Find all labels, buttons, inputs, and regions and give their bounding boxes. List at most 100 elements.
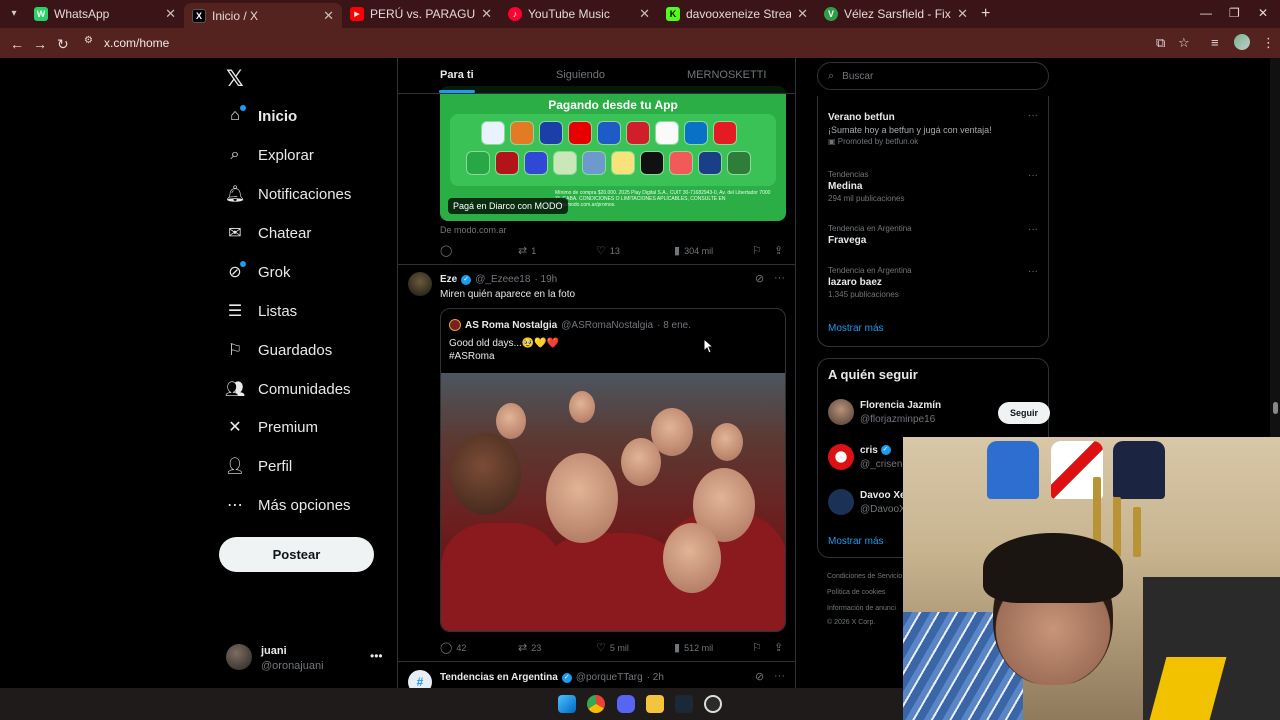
- tweet-actions: ◯ 42 ⇄ 23 ♡ 5 mil ▮ 512 mil ⚐ ⇪: [440, 641, 788, 657]
- source-link[interactable]: De modo.com.ar: [440, 225, 507, 235]
- post-button[interactable]: Postear: [219, 537, 374, 572]
- reload-icon[interactable]: ↻: [57, 36, 69, 53]
- browser-tab-bar: ▾ W WhatsApp ✕ X Inicio / X ✕ ▶ PERÚ vs.…: [0, 0, 1280, 28]
- footer-link[interactable]: Información de anunci: [827, 605, 896, 612]
- share-icon: ⇪: [774, 642, 784, 654]
- nav-bookmarks[interactable]: ⚐ Guardados: [226, 335, 332, 365]
- team-selfie-photo[interactable]: [441, 373, 785, 631]
- reply-button[interactable]: ◯: [440, 244, 452, 257]
- views-button[interactable]: ▮ 512 mil: [674, 641, 713, 654]
- close-icon[interactable]: ✕: [165, 6, 176, 22]
- tab-for-you[interactable]: Para ti: [440, 69, 474, 81]
- account-switcher[interactable]: juani @oronajuani •••: [226, 640, 386, 680]
- close-icon[interactable]: ✕: [323, 8, 334, 24]
- share-button[interactable]: ⇪: [774, 244, 783, 257]
- tab-x-home[interactable]: X Inicio / X ✕: [184, 3, 342, 28]
- discord-icon[interactable]: [617, 695, 635, 713]
- retweet-button[interactable]: ⇄ 1: [518, 244, 536, 257]
- x-logo-icon[interactable]: 𝕏: [226, 66, 244, 92]
- nav-chat[interactable]: ✉ Chatear: [226, 218, 311, 248]
- nav-grok[interactable]: ⊘ Grok: [226, 257, 291, 287]
- nav-lists[interactable]: ☰ Listas: [226, 296, 297, 326]
- tab-following[interactable]: Siguiendo: [556, 69, 605, 81]
- avatar[interactable]: [408, 272, 432, 296]
- nav-notifications[interactable]: 🔔︎ Notificaciones: [225, 179, 352, 209]
- close-icon[interactable]: ✕: [957, 6, 968, 22]
- show-more-link[interactable]: Mostrar más: [828, 323, 884, 334]
- close-icon[interactable]: ✕: [797, 6, 808, 22]
- nav-communities[interactable]: 👥︎ Comunidades: [225, 374, 351, 404]
- windows-start-icon[interactable]: [558, 695, 576, 713]
- trends-panel: Verano betfun ¡Sumate hoy a betfun y jug…: [817, 96, 1049, 347]
- follow-button[interactable]: Seguir: [998, 402, 1050, 424]
- share-button[interactable]: ⇪: [774, 641, 783, 654]
- chrome-icon[interactable]: [587, 695, 605, 713]
- trophy-image: [1133, 507, 1141, 557]
- promo-image[interactable]: Pagando desde tu App Mínimo de compra $2…: [440, 86, 786, 221]
- trend-item[interactable]: Tendencias Medina 294 mil publicaciones …: [828, 170, 1038, 203]
- bookmark-button[interactable]: ⚐: [752, 244, 762, 257]
- nav-more-options[interactable]: ⋯ Más opciones: [226, 490, 351, 520]
- scrollbar-thumb[interactable]: [1273, 402, 1278, 414]
- new-tab-icon[interactable]: +: [981, 5, 990, 23]
- restore-icon[interactable]: ❐: [1229, 6, 1240, 20]
- bookmark-star-icon[interactable]: ☆: [1178, 35, 1190, 51]
- install-app-icon[interactable]: ⧉: [1156, 35, 1165, 51]
- search-input[interactable]: ⌕ Buscar: [817, 62, 1049, 90]
- follow-suggestion[interactable]: Florencia Jazmín @florjazminpe16 Seguir: [828, 399, 1050, 427]
- nav-profile[interactable]: 👤︎ Perfil: [225, 451, 292, 481]
- back-icon[interactable]: ←: [10, 36, 24, 52]
- trend-item[interactable]: Verano betfun ¡Sumate hoy a betfun y jug…: [828, 110, 1038, 146]
- forward-icon[interactable]: →: [33, 36, 47, 52]
- like-button[interactable]: ♡ 5 mil: [596, 641, 629, 654]
- bank-logo-icon: [598, 122, 620, 144]
- bookmark-button[interactable]: ⚐: [752, 641, 762, 654]
- grok-icon[interactable]: ⊘: [755, 272, 764, 285]
- site-settings-icon[interactable]: ⚙: [84, 35, 98, 49]
- grok-icon[interactable]: ⊘: [755, 670, 764, 683]
- close-window-icon[interactable]: ✕: [1258, 6, 1268, 20]
- quoted-tweet[interactable]: AS Roma Nostalgia @ASRomaNostalgia · 8 e…: [440, 308, 786, 632]
- search-icon: ⌕: [230, 146, 240, 163]
- footer-link[interactable]: Condiciones de Servicio: [827, 573, 902, 580]
- scrollbar[interactable]: [1270, 58, 1280, 437]
- more-icon[interactable]: ···: [774, 670, 785, 682]
- tab-velez[interactable]: V Vélez Sarsfield - Fixture, Títulos ✕: [816, 3, 976, 25]
- footer-link[interactable]: Política de cookies: [827, 589, 885, 596]
- browser-menu-icon[interactable]: ⋮: [1262, 35, 1275, 51]
- profile-avatar[interactable]: [1234, 34, 1250, 50]
- more-icon[interactable]: ···: [1028, 224, 1038, 235]
- views-button[interactable]: ▮ 304 mil: [674, 244, 713, 257]
- app-icon[interactable]: [704, 695, 722, 713]
- nav-explore[interactable]: ⌕ Explorar: [226, 140, 314, 170]
- file-explorer-icon[interactable]: [646, 695, 664, 713]
- avatar[interactable]: #: [408, 670, 432, 688]
- trend-item[interactable]: Tendencia en Argentina Fravega ···: [828, 224, 1038, 246]
- nav-home[interactable]: ⌂ Inicio: [226, 101, 297, 131]
- close-icon[interactable]: ✕: [639, 6, 650, 22]
- media-controls-icon[interactable]: ≡: [1211, 35, 1219, 50]
- more-icon[interactable]: ···: [1028, 170, 1038, 181]
- like-button[interactable]: ♡ 13: [596, 244, 620, 257]
- heart-icon: ♡: [596, 245, 606, 257]
- tab-youtube-music[interactable]: ♪ YouTube Music ✕: [500, 3, 658, 25]
- reply-button[interactable]: ◯ 42: [440, 641, 466, 654]
- tab-search-icon[interactable]: ▾: [6, 6, 22, 22]
- url-field[interactable]: x.com/home: [104, 36, 169, 50]
- show-more-link[interactable]: Mostrar más: [828, 536, 884, 547]
- trend-item[interactable]: Tendencia en Argentina lazaro baez 1.345…: [828, 266, 1038, 299]
- steam-icon[interactable]: [675, 695, 693, 713]
- tab-mernosketti[interactable]: MERNOSKETTI: [687, 69, 766, 81]
- more-icon[interactable]: ···: [1028, 266, 1038, 277]
- tab-youtube-match[interactable]: ▶ PERÚ vs. PARAGUAY [0-1] | RES ✕: [342, 3, 500, 25]
- nav-premium[interactable]: ✕ Premium: [226, 412, 318, 442]
- more-icon[interactable]: ···: [774, 272, 785, 284]
- minimize-icon[interactable]: —: [1200, 6, 1212, 20]
- more-icon[interactable]: •••: [370, 649, 383, 663]
- tab-whatsapp[interactable]: W WhatsApp ✕: [26, 3, 184, 25]
- tab-kick-stream[interactable]: K davooxeneize Stream - Watch L ✕: [658, 3, 816, 25]
- close-icon[interactable]: ✕: [481, 6, 492, 22]
- more-icon[interactable]: ···: [1028, 110, 1038, 121]
- feed-tabs: Para ti Siguiendo MERNOSKETTI: [398, 58, 795, 94]
- retweet-button[interactable]: ⇄ 23: [518, 641, 541, 654]
